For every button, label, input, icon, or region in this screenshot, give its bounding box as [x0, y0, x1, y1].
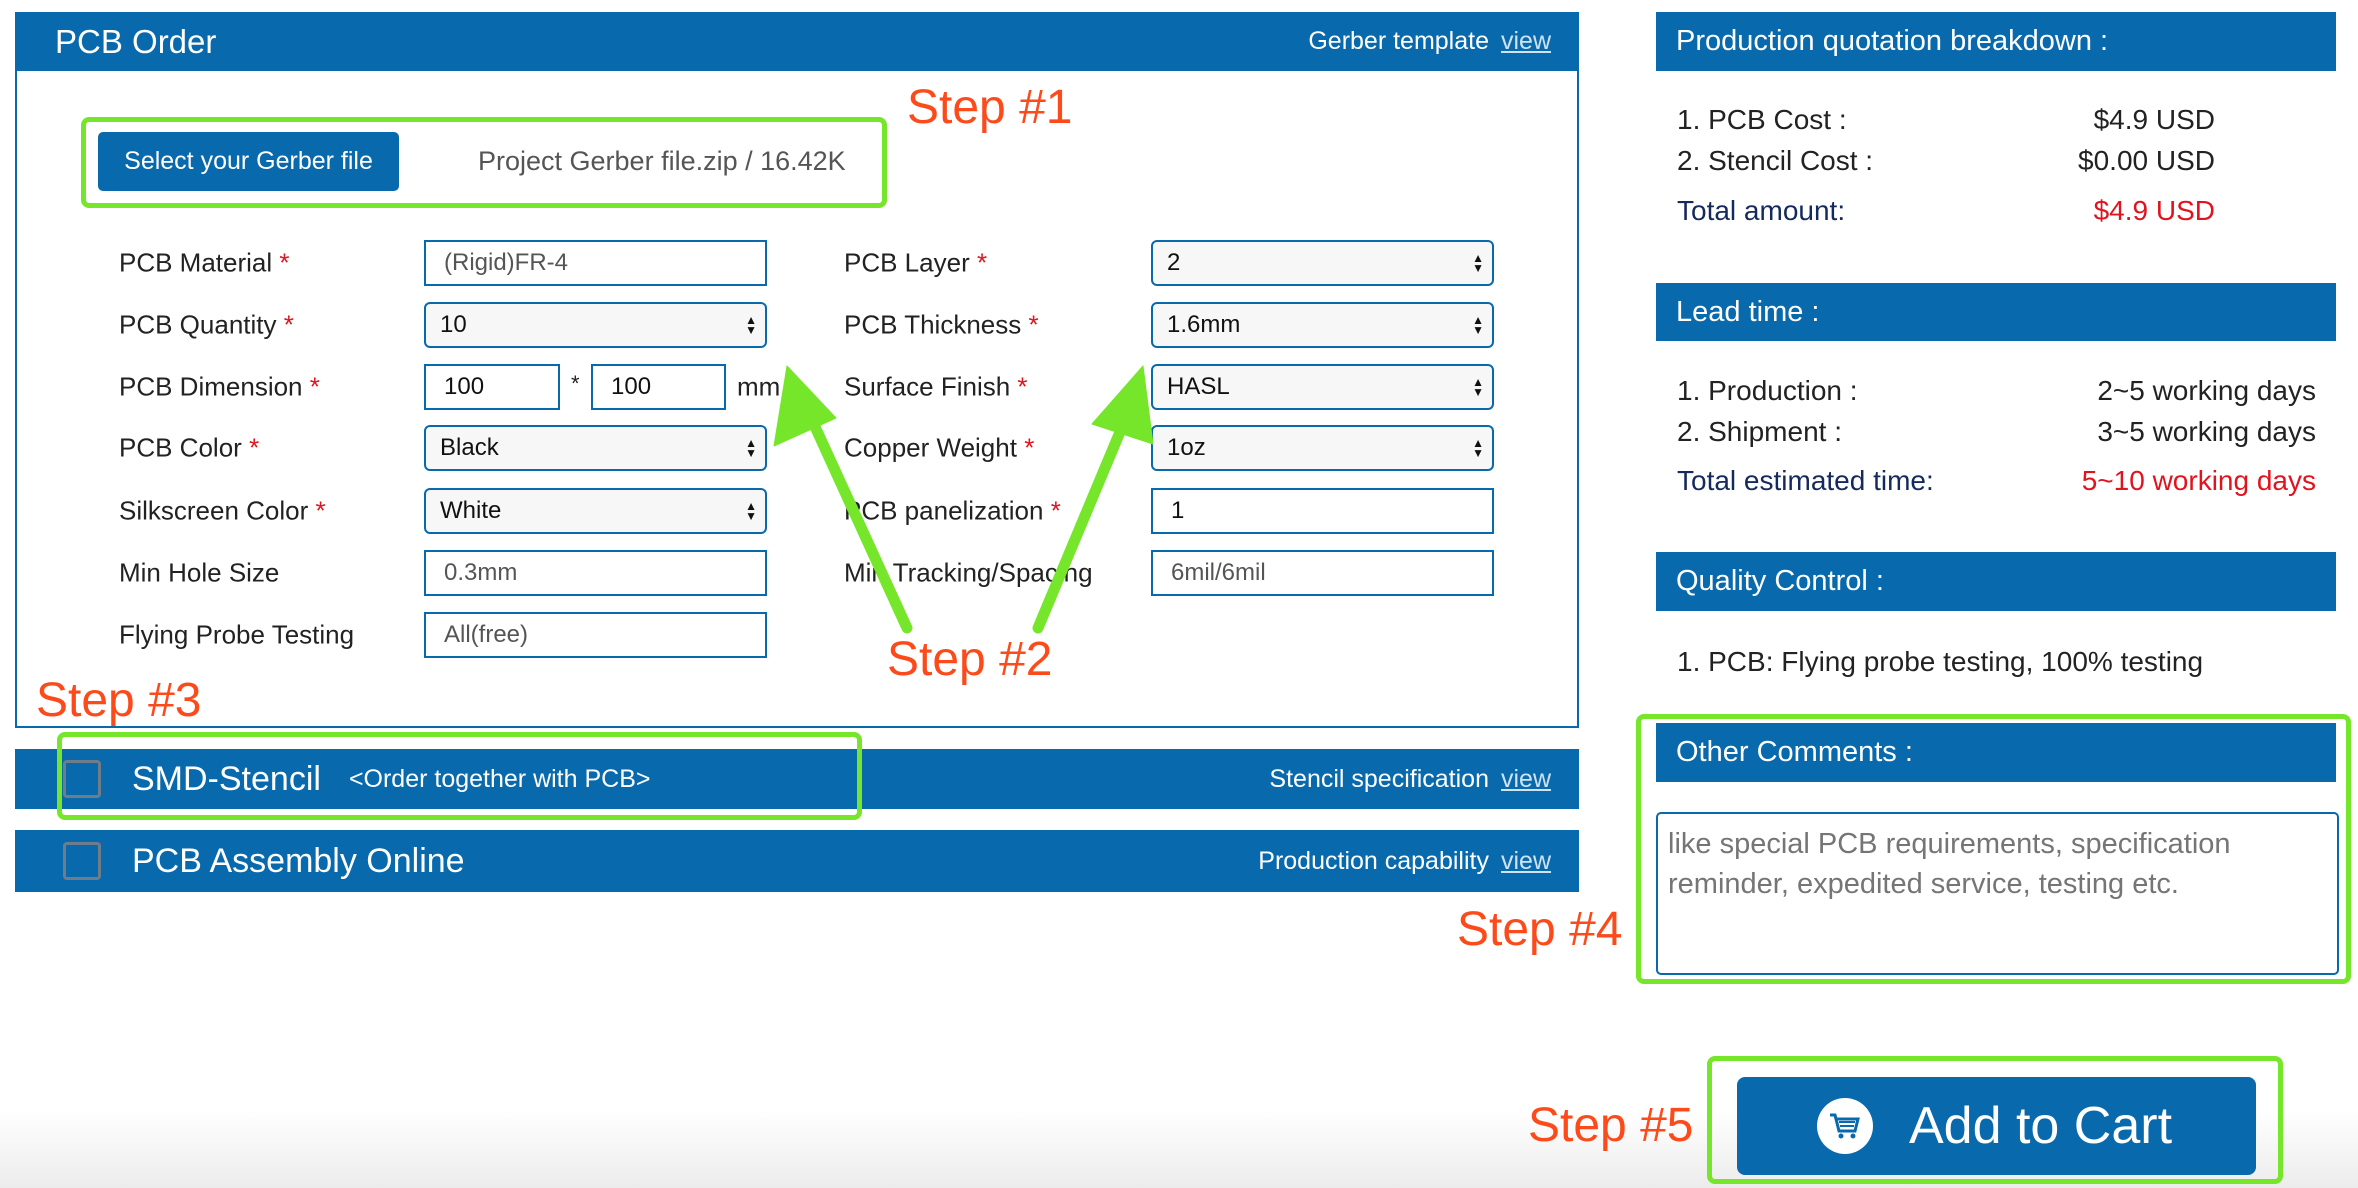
pcb-cost-value: $4.9 USD [2093, 104, 2215, 135]
step3-label: Step #3 [36, 674, 202, 727]
quality-control-header: Quality Control : [1656, 552, 2336, 611]
total-time-value: 5~10 working days [2081, 465, 2316, 496]
arrow-left-shaft [806, 414, 913, 634]
cart-icon [1817, 1098, 1873, 1154]
step5-label: Step #5 [1528, 1099, 1694, 1152]
stencil-cost-value: $0.00 USD [2078, 145, 2215, 176]
quality-control-row: 1. PCB: Flying probe testing, 100% testi… [1677, 646, 2204, 677]
arrow-right-head [1091, 365, 1154, 445]
total-amount-label: Total amount: [1677, 195, 1846, 226]
production-time-value: 2~5 working days [2097, 375, 2316, 406]
pcb-cost-label: 1. PCB Cost : [1677, 104, 1847, 135]
add-to-cart-button[interactable]: Add to Cart [1737, 1077, 2256, 1175]
stencil-spec-label: Stencil specification [1269, 764, 1489, 793]
step3-highlight [57, 732, 862, 820]
pcb-assembly-title: PCB Assembly Online [132, 841, 465, 880]
shipment-time-label: 2. Shipment : [1677, 416, 1842, 447]
production-capability-label: Production capability [1258, 846, 1489, 875]
total-time-label: Total estimated time: [1677, 465, 1934, 496]
stencil-spec-view-link[interactable]: view [1501, 765, 1551, 794]
quotation-header: Production quotation breakdown : [1656, 12, 2336, 71]
stencil-cost-label: 2. Stencil Cost : [1677, 145, 1874, 176]
other-comments-textarea[interactable] [1656, 812, 2339, 975]
add-to-cart-label: Add to Cart [1909, 1097, 2173, 1155]
pcb-assembly-checkbox[interactable] [63, 842, 101, 880]
pcb-assembly-bar[interactable]: PCB Assembly Online Production capabilit… [15, 830, 1579, 892]
production-time-label: 1. Production : [1677, 375, 1858, 406]
lead-time-header: Lead time : [1656, 283, 2336, 341]
production-capability-view-link[interactable]: view [1501, 847, 1551, 876]
total-amount-value: $4.9 USD [2093, 195, 2215, 226]
other-comments-header: Other Comments : [1656, 723, 2336, 782]
arrow-right-shaft [1032, 414, 1131, 634]
shipment-time-value: 3~5 working days [2097, 416, 2316, 447]
arrow-left-head [773, 365, 837, 447]
step4-label: Step #4 [1457, 903, 1623, 956]
step2-label: Step #2 [887, 633, 1053, 686]
